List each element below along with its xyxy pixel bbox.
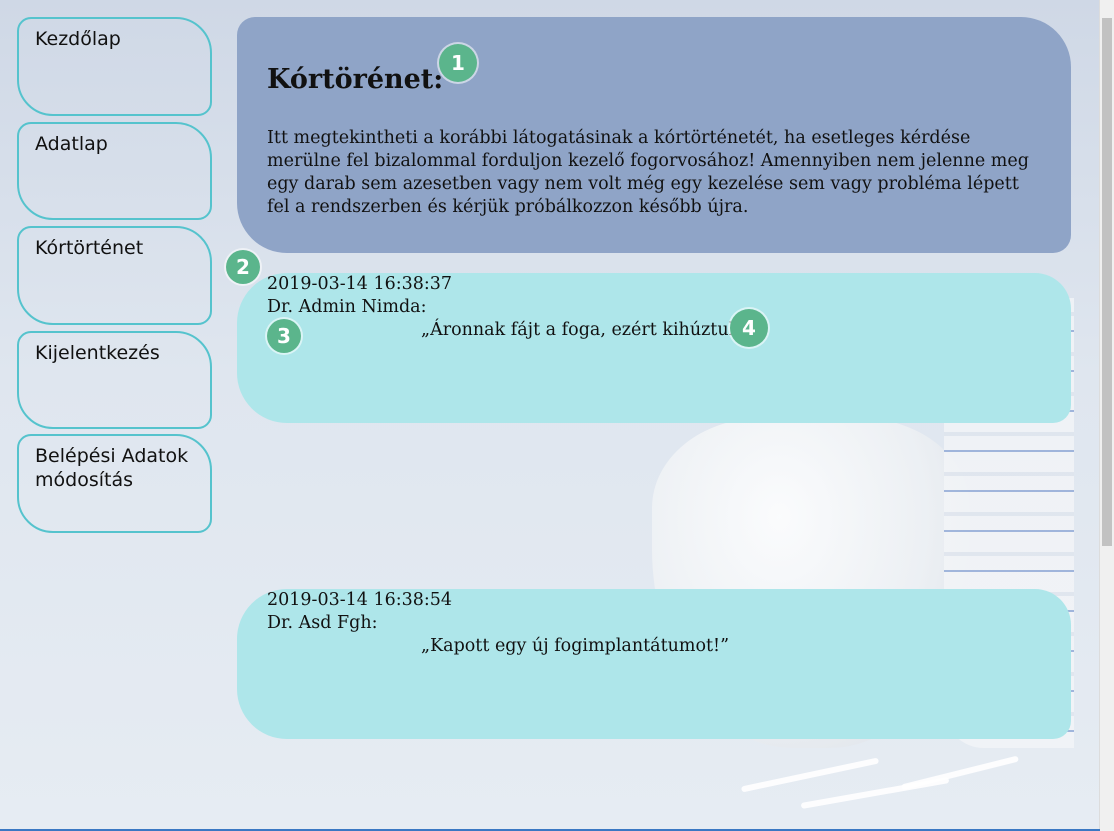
nav-item-belepesi-adatok[interactable]: Belépési Adatok módosítás <box>17 434 212 533</box>
page-title: Kórtörénet: <box>267 64 444 95</box>
nav-item-label: Adatlap <box>35 133 108 155</box>
nav-item-label: Kezdőlap <box>35 28 121 50</box>
marker-badge: 4 <box>730 309 768 347</box>
entry-doctor: Dr. Asd Fgh: <box>267 613 378 633</box>
background-swab <box>901 755 1019 791</box>
nav-item-label: Kórtörténet <box>35 237 144 259</box>
scrollbar-thumb[interactable] <box>1102 18 1112 546</box>
marker-badge: 1 <box>439 44 477 82</box>
history-entry: 2019-03-14 16:38:37 Dr. Admin Nimda: „Ár… <box>237 273 1071 423</box>
intro-text: Itt megtekintheti a korábbi látogatásina… <box>267 128 1029 217</box>
entry-doctor: Dr. Admin Nimda: <box>267 297 427 317</box>
nav-item-label: Belépési Adatok módosítás <box>35 445 189 491</box>
nav-item-kezdolap[interactable]: Kezdőlap <box>17 17 212 116</box>
nav-item-kortortenet[interactable]: Kórtörténet <box>17 226 212 325</box>
nav-item-adatlap[interactable]: Adatlap <box>17 122 212 220</box>
nav-item-kijelentkezes[interactable]: Kijelentkezés <box>17 331 212 429</box>
marker-badge: 2 <box>226 250 260 284</box>
marker-badge: 3 <box>267 319 301 353</box>
vertical-scrollbar[interactable] <box>1099 0 1114 831</box>
history-intro-panel: Kórtörénet: Itt megtekintheti a korábbi … <box>237 17 1071 253</box>
entry-note: „Kapott egy új fogimplantátumot!” <box>421 636 730 656</box>
history-entry: 2019-03-14 16:38:54 Dr. Asd Fgh: „Kapott… <box>237 589 1071 739</box>
entry-date: 2019-03-14 16:38:54 <box>267 590 453 610</box>
background-swab <box>740 757 880 793</box>
entry-date: 2019-03-14 16:38:37 <box>267 274 453 294</box>
nav-item-label: Kijelentkezés <box>35 342 160 364</box>
